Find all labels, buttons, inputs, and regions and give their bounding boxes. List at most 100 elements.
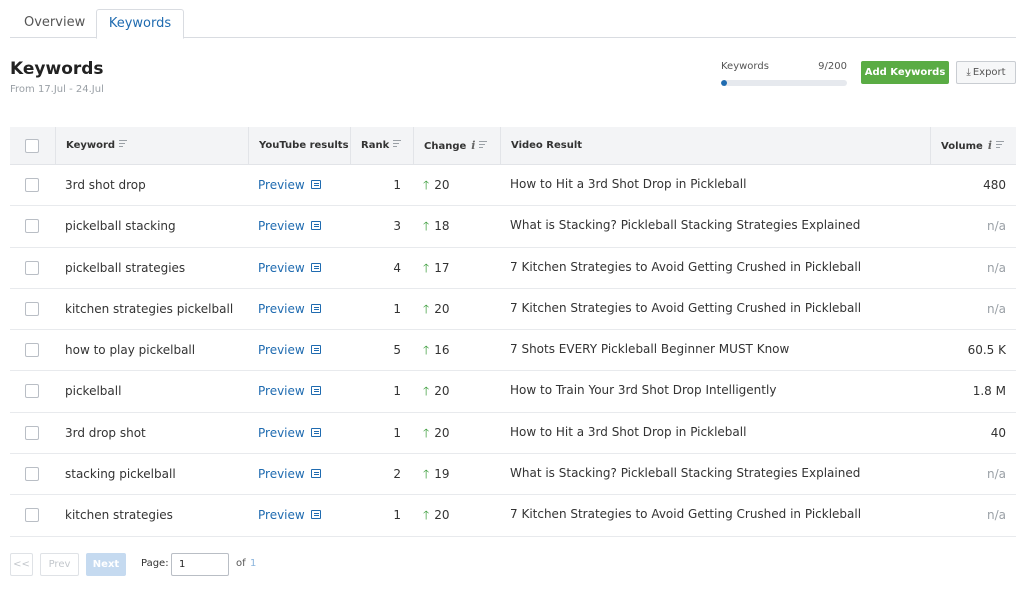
preview-window-icon[interactable] — [310, 427, 321, 437]
up-arrow-icon: 🡑 — [423, 384, 430, 399]
youtube-results-cell: Preview — [258, 454, 350, 495]
preview-link[interactable]: Preview — [258, 219, 305, 233]
preview-link[interactable]: Preview — [258, 302, 305, 316]
change-cell: 🡑 20 — [423, 413, 500, 454]
change-cell: 🡑 20 — [423, 165, 500, 206]
preview-link[interactable]: Preview — [258, 508, 305, 522]
table-row: kitchen strategies Preview 1 🡑 20 7 Kitchen S… — [10, 495, 1016, 537]
row-checkbox[interactable] — [25, 384, 39, 399]
preview-window-icon[interactable] — [310, 303, 321, 313]
preview-link[interactable]: Preview — [258, 467, 305, 481]
add-keywords-button[interactable]: Add Keywords — [861, 61, 949, 84]
up-arrow-icon: 🡑 — [423, 508, 430, 523]
volume-cell: n/a — [986, 219, 1006, 234]
preview-window-icon[interactable] — [310, 262, 321, 272]
row-checkbox[interactable] — [25, 219, 39, 234]
preview-link[interactable]: Preview — [258, 261, 305, 275]
table-row: kitchen strategies pickelball Preview 1 🡑 20… — [10, 289, 1016, 331]
keyword-cell: pickelball — [65, 384, 122, 399]
prev-page-button[interactable]: Prev — [40, 553, 79, 576]
page-number-input[interactable] — [171, 553, 229, 576]
row-checkbox[interactable] — [25, 425, 39, 440]
change-cell: 🡑 16 — [423, 330, 500, 371]
keyword-usage-label: Keywords — [721, 61, 769, 72]
download-icon: ⤓ — [966, 67, 971, 78]
video-result-cell: 7 Kitchen Strategies to Avoid Getting Cr… — [510, 259, 862, 274]
up-arrow-icon: 🡑 — [423, 467, 430, 482]
preview-window-icon[interactable] — [310, 469, 321, 479]
tab-bar: Overview Keywords — [10, 9, 1016, 39]
row-checkbox[interactable] — [25, 301, 39, 316]
keyword-cell: pickelball strategies — [65, 260, 186, 275]
total-pages: 1 — [250, 558, 257, 569]
date-range: From 17.Jul - 24.Jul — [10, 84, 104, 95]
tab-overview[interactable]: Overview — [10, 9, 99, 38]
table-row: pickelball stacking Preview 3 🡑 18 What is St… — [10, 206, 1016, 248]
column-rank-label: Rank — [361, 140, 390, 151]
video-result-cell: 7 Shots EVERY Pickleball Beginner MUST K… — [510, 342, 790, 357]
sort-icon[interactable] — [996, 141, 1004, 149]
video-result-cell: How to Train Your 3rd Shot Drop Intellig… — [510, 383, 777, 398]
column-video-result: Video Result — [500, 127, 930, 165]
volume-cell: n/a — [986, 467, 1006, 482]
export-button[interactable]: ⤓ Export — [956, 61, 1016, 84]
preview-link[interactable]: Preview — [258, 426, 305, 440]
export-label: Export — [972, 67, 1006, 78]
change-value: 17 — [434, 260, 450, 275]
column-volume[interactable]: Volume i — [930, 127, 1016, 165]
next-page-button[interactable]: Next — [86, 553, 126, 576]
up-arrow-icon: 🡑 — [423, 425, 430, 440]
preview-link[interactable]: Preview — [258, 343, 305, 357]
preview-window-icon[interactable] — [310, 180, 321, 189]
volume-cell: 1.8 M — [972, 384, 1006, 399]
preview-window-icon[interactable] — [310, 510, 321, 520]
column-change[interactable]: Change i — [413, 127, 500, 165]
preview-window-icon[interactable] — [310, 221, 321, 231]
column-rank[interactable]: Rank — [350, 127, 413, 165]
preview-link[interactable]: Preview — [258, 178, 305, 192]
change-value: 20 — [434, 508, 450, 523]
info-icon[interactable]: i — [988, 127, 992, 165]
row-checkbox[interactable] — [25, 178, 39, 192]
sort-icon[interactable] — [119, 140, 128, 148]
change-value: 20 — [434, 384, 450, 399]
youtube-results-cell: Preview — [258, 495, 350, 536]
column-volume-label: Volume — [941, 141, 983, 152]
row-checkbox[interactable] — [25, 260, 39, 275]
rank-cell: 1 — [393, 384, 401, 399]
row-checkbox[interactable] — [25, 467, 39, 482]
first-page-button[interactable]: << — [10, 553, 33, 576]
keyword-cell: kitchen strategies pickelball — [65, 301, 234, 316]
tab-keywords[interactable]: Keywords — [96, 9, 184, 39]
volume-cell: 480 — [983, 178, 1006, 192]
column-keyword[interactable]: Keyword — [55, 127, 248, 165]
keyword-cell: how to play pickelball — [65, 343, 196, 358]
volume-cell: n/a — [986, 301, 1006, 316]
preview-window-icon[interactable] — [310, 386, 321, 396]
column-youtube-label: YouTube results — [259, 140, 349, 151]
video-result-cell: What is Stacking? Pickleball Stacking St… — [510, 466, 861, 481]
select-all-checkbox[interactable] — [25, 139, 39, 153]
change-cell: 🡑 17 — [423, 248, 500, 289]
column-youtube-results: YouTube results — [248, 127, 350, 165]
row-checkbox[interactable] — [25, 343, 39, 358]
sort-icon[interactable] — [479, 141, 488, 149]
up-arrow-icon: 🡑 — [423, 219, 430, 234]
youtube-results-cell: Preview — [258, 413, 350, 454]
page-title: Keywords — [10, 59, 104, 79]
keyword-cell: 3rd drop shot — [65, 425, 146, 440]
volume-cell: 40 — [990, 425, 1006, 440]
sort-icon[interactable] — [393, 140, 402, 148]
youtube-results-cell: Preview — [258, 330, 350, 371]
row-checkbox[interactable] — [25, 508, 39, 523]
rank-cell: 1 — [393, 425, 401, 440]
youtube-results-cell: Preview — [258, 371, 350, 412]
youtube-results-cell: Preview — [258, 165, 350, 206]
info-icon[interactable]: i — [471, 127, 475, 165]
table-body: 3rd shot drop Preview 1 🡑 20 How to Hit a 3rd… — [10, 165, 1016, 537]
preview-window-icon[interactable] — [310, 345, 321, 355]
change-cell: 🡑 19 — [423, 454, 500, 495]
video-result-cell: How to Hit a 3rd Shot Drop in Pickleball — [510, 424, 747, 439]
preview-link[interactable]: Preview — [258, 384, 305, 398]
page-label: Page: — [141, 558, 169, 569]
